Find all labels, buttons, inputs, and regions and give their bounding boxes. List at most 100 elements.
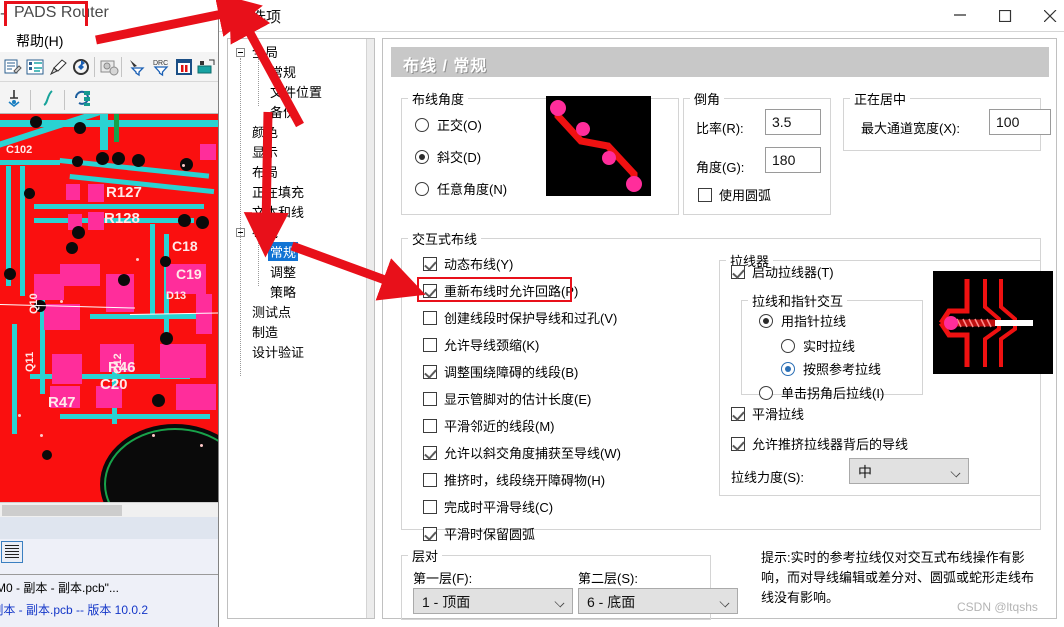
checkbox-smooth-rubberband[interactable]: 平滑拉线 [731, 407, 804, 423]
tree-item-global[interactable]: 全局 [252, 42, 278, 61]
tree-item-filling[interactable]: 正在填充 [252, 182, 304, 201]
tree-expand-toggle-global[interactable] [236, 48, 245, 57]
edit-properties-icon[interactable] [2, 57, 22, 77]
drc-filter-icon[interactable]: DRC [151, 57, 171, 77]
radio-circle [781, 339, 795, 353]
checkbox-smooth-adjacent-segments[interactable]: 平滑邻近的线段(M) [423, 419, 555, 435]
interactive-routing-legend: 交互式布线 [412, 232, 478, 247]
checkbox-route-around-obstacles-when-pushing[interactable]: 推挤时，线段绕开障碍物(H) [423, 473, 605, 489]
checkbox-smooth-trace-on-completion[interactable]: 完成时平滑导线(C) [423, 500, 553, 516]
curve-icon[interactable] [38, 88, 58, 108]
radio-circle [759, 314, 773, 328]
tree-item-general[interactable]: 常规 [270, 62, 296, 81]
radio-label: 用指针拉线 [781, 314, 847, 329]
tree-item-strategy[interactable]: 策略 [270, 282, 296, 301]
tree-item-testpoint[interactable]: 测试点 [252, 302, 291, 321]
radio-any-angle[interactable]: 任意角度(N) [415, 182, 507, 198]
reorder-icon[interactable] [72, 88, 92, 108]
watermark: CSDN @ltqshs [957, 600, 1038, 614]
checkbox-box [423, 473, 437, 487]
scrollbar-thumb[interactable] [2, 505, 122, 516]
radio-drag-by-reference[interactable]: 按照参考拉线 [781, 362, 881, 378]
radio-circle [759, 386, 773, 400]
options-dialog: 选项 全局 常规 文件位置 备份 颜色 显示 布局 正在填充 文本和线 布线 常… [218, 0, 1064, 627]
checkbox-preserve-arcs-when-smoothing[interactable]: 平滑时保留圆弧 [423, 527, 535, 543]
first-layer-select[interactable]: 1 - 顶面 [413, 588, 573, 614]
layer-pair-legend: 层对 [412, 549, 439, 564]
status-version: - 副本 - 副本.pcb -- 版本 10.0.2 [0, 603, 149, 617]
tree-vertical-scrollbar[interactable] [366, 39, 374, 618]
radio-circle [415, 182, 429, 196]
tree-item-tuning[interactable]: 调整 [270, 262, 296, 281]
radio-label: 斜交(D) [437, 150, 482, 165]
tree-item-layout[interactable]: 布局 [252, 162, 278, 181]
checkbox-protect-traces-vias[interactable]: 创建线段时保护导线和过孔(V) [423, 311, 617, 327]
checkbox-box [698, 188, 712, 202]
brush-icon[interactable] [48, 57, 68, 77]
pcb-layout-canvas[interactable]: C102 R127 R128 C18 C19 D13 Q10 Q11 Q12 R… [0, 114, 218, 502]
pause-icon[interactable] [174, 57, 194, 77]
snap-icon[interactable] [4, 88, 24, 108]
settings-photo-icon[interactable] [99, 57, 119, 77]
checkbox-allow-diagonal-snap-to-trace[interactable]: 允许以斜交角度捕获至导线(W) [423, 446, 621, 462]
checkbox-allow-necking[interactable]: 允许导线颈缩(K) [423, 338, 539, 354]
rubberband-interaction-legend: 拉线和指针交互 [752, 294, 844, 309]
second-layer-select[interactable]: 6 - 底面 [578, 588, 738, 614]
tree-item-color[interactable]: 颜色 [252, 122, 278, 141]
radio-drag-with-pointer[interactable]: 用指针拉线 [759, 314, 846, 330]
checkbox-label: 完成时平滑导线(C) [444, 500, 554, 515]
checkbox-allow-push-traces-behind-rubberband[interactable]: 允许推挤拉线器背后的导线 [731, 437, 908, 453]
pcb-refdes-label: R47 [48, 394, 76, 411]
chamfer-legend: 倒角 [694, 92, 721, 107]
settings-tree[interactable]: 全局 常规 文件位置 备份 颜色 显示 布局 正在填充 文本和线 布线 常规 调… [227, 38, 375, 619]
maximize-button[interactable] [984, 0, 1029, 30]
ratio-input[interactable]: 3.5 [765, 109, 821, 135]
max-channel-width-input[interactable]: 100 [989, 109, 1051, 135]
minimize-button[interactable] [939, 0, 984, 30]
refresh-icon[interactable] [71, 57, 91, 77]
radio-label: 单击拐角后拉线(I) [781, 386, 885, 401]
select-filter-icon[interactable] [127, 57, 147, 77]
radio-realtime-drag[interactable]: 实时拉线 [781, 339, 855, 355]
pcb-horizontal-scrollbar[interactable] [0, 502, 218, 517]
tree-item-backup[interactable]: 备份 [270, 102, 296, 121]
background-lower-panel: M0 - 副本 - 副本.pcb"... - 副本 - 副本.pcb -- 版本… [0, 517, 222, 627]
checkbox-label: 允许以斜交角度捕获至导线(W) [444, 446, 621, 461]
chevron-down-icon [554, 597, 565, 608]
first-layer-label: 第一层(F): [413, 571, 473, 586]
tree-item-routing[interactable]: 布线 [252, 222, 278, 241]
tree-item-routing-general[interactable]: 常规 [268, 242, 299, 261]
checkbox-adjust-segments-around-obstacles[interactable]: 调整围绕障碍的线段(B) [423, 365, 578, 381]
checkbox-enable-rubberband[interactable]: 启动拉线器(T) [731, 265, 834, 281]
max-channel-width-label: 最大通道宽度(X): [861, 121, 960, 136]
rubberband-strength-label: 拉线力度(S): [731, 470, 804, 485]
tree-item-manufacture[interactable]: 制造 [252, 322, 278, 341]
radio-drag-after-clicking-corner[interactable]: 单击拐角后拉线(I) [759, 386, 884, 402]
pcb-refdes-label: C20 [100, 376, 128, 393]
tree-item-display[interactable]: 显示 [252, 142, 278, 161]
list-icon[interactable] [25, 57, 45, 77]
checkbox-dynamic-routing[interactable]: 动态布线(Y) [423, 257, 513, 273]
rubberband-strength-select[interactable]: 中 [849, 458, 969, 484]
select-value: 6 - 底面 [587, 594, 636, 610]
tree-item-file-location[interactable]: 文件位置 [270, 82, 322, 101]
close-button[interactable] [1029, 0, 1064, 30]
angle-input[interactable]: 180 [765, 147, 821, 173]
menu-item-help[interactable]: 帮助(H) [16, 31, 63, 51]
output-window-button[interactable] [1, 541, 23, 563]
tree-item-design-verify[interactable]: 设计验证 [252, 342, 304, 361]
checkbox-box [731, 437, 745, 451]
radio-diagonal[interactable]: 斜交(D) [415, 150, 481, 166]
checkbox-label: 使用圆弧 [719, 188, 772, 203]
checkbox-box [423, 365, 437, 379]
angle-label: 角度(G): [696, 160, 745, 175]
pcb-refdes-label: R127 [106, 184, 142, 201]
checkbox-show-estimated-pin-pair-length[interactable]: 显示管脚对的估计长度(E) [423, 392, 591, 408]
board-view-icon[interactable] [196, 57, 216, 77]
checkbox-box [423, 527, 437, 541]
tree-item-text-lines[interactable]: 文本和线 [252, 202, 304, 221]
pcb-refdes-label: Q10 [28, 293, 40, 314]
checkbox-use-arc[interactable]: 使用圆弧 [698, 188, 771, 204]
radio-orthogonal[interactable]: 正交(O) [415, 118, 482, 134]
checkbox-box [423, 311, 437, 325]
